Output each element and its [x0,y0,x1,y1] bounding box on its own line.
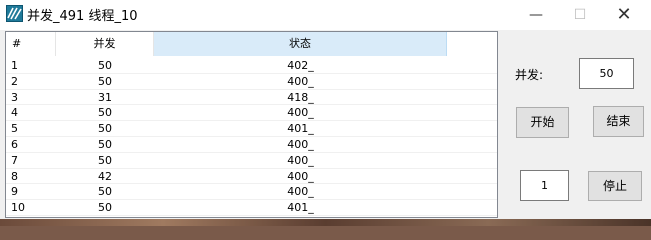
table-row[interactable]: 6 50 400_ [6,137,497,153]
maximize-button[interactable]: ☐ [557,0,603,30]
table-row[interactable]: 3 31 418_ [6,90,497,106]
row-status-cell: 401_ [287,201,314,215]
row-index-cell: 2 [11,74,18,88]
row-status-cell: 400_ [287,74,314,88]
row-index-cell: 4 [11,106,18,120]
row-status-cell: 400_ [287,137,314,151]
table-row[interactable]: 8 42 400_ [6,169,497,185]
row-status-cell: 400_ [287,169,314,183]
row-concurrency-cell: 50 [98,106,112,120]
row-concurrency-cell: 50 [98,201,112,215]
row-concurrency-cell: 50 [98,185,112,199]
row-index-cell: 6 [11,137,18,151]
row-status-cell: 418_ [287,90,314,104]
column-header-status[interactable]: 状态 [154,32,447,56]
row-status-cell: 402_ [287,59,314,72]
row-status-cell: 400_ [287,185,314,199]
row-concurrency-cell: 42 [98,169,112,183]
app-logo-icon [6,5,23,22]
row-index-cell: 10 [11,201,25,215]
row-concurrency-cell: 31 [98,90,112,104]
row-status-cell: 400_ [287,106,314,120]
window-title: 并发_491 线程_10 [27,9,138,24]
table-row[interactable]: 4 50 400_ [6,105,497,122]
concurrency-input[interactable] [579,58,634,89]
start-button[interactable]: 开始 [516,107,569,138]
table-row[interactable]: 2 50 400_ [6,74,497,90]
concurrency-label: 并发: [515,68,544,82]
row-index-cell: 9 [11,185,18,199]
table-body: 1 50 402_ 2 50 400_ 3 31 418_ 4 50 400_ 5 50 401_ 6 50 40… [6,58,497,216]
end-button[interactable]: 结束 [593,106,644,137]
minimize-button[interactable]: — [513,0,559,30]
row-index-cell: 5 [11,122,18,136]
main-window: 并发_491 线程_10 — ☐ ✕ # 并发 状态 1 50 402_ 2 50 400… [0,0,651,226]
results-table[interactable]: # 并发 状态 1 50 402_ 2 50 400_ 3 31 418_ 4 50 400_ 5 50 4… [5,31,498,218]
row-index-cell: 8 [11,169,18,183]
stop-count-input[interactable] [520,170,569,201]
row-concurrency-cell: 50 [98,137,112,151]
row-index-cell: 7 [11,153,18,167]
stop-button[interactable]: 停止 [588,171,642,201]
column-header-index[interactable]: # [6,32,56,56]
row-concurrency-cell: 50 [98,153,112,167]
desktop-background-strip [0,219,651,226]
row-index-cell: 1 [11,59,18,72]
table-row[interactable]: 9 50 400_ [6,184,497,201]
row-concurrency-cell: 50 [98,74,112,88]
table-row[interactable]: 7 50 400_ [6,153,497,169]
row-concurrency-cell: 50 [98,122,112,136]
table-row[interactable]: 10 50 401_ [6,200,497,216]
table-row[interactable]: 5 50 401_ [6,121,497,137]
table-row[interactable]: 1 50 402_ [6,58,497,74]
close-button[interactable]: ✕ [601,0,647,30]
column-header-concurrency[interactable]: 并发 [56,32,154,56]
row-status-cell: 400_ [287,153,314,167]
row-index-cell: 3 [11,90,18,104]
title-bar[interactable]: 并发_491 线程_10 — ☐ ✕ [0,0,651,30]
row-status-cell: 401_ [287,122,314,136]
row-concurrency-cell: 50 [98,59,112,72]
